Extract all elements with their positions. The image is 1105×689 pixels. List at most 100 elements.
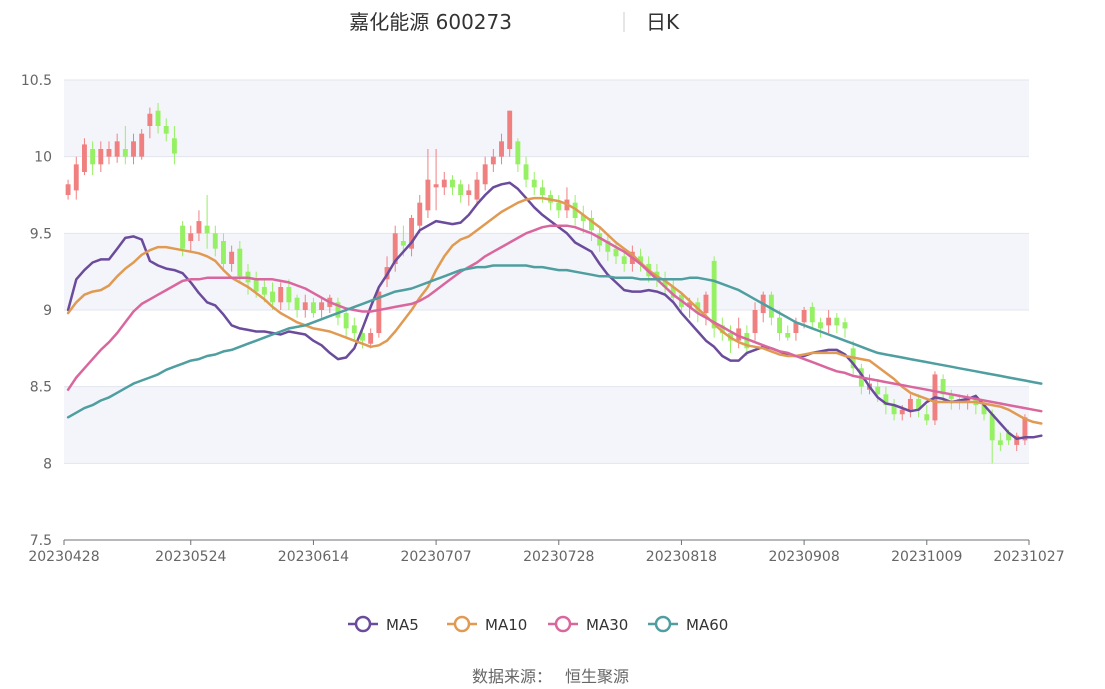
legend: MA5 MA10 MA30 MA60 xyxy=(348,615,728,634)
source-label: 数据来源： xyxy=(472,667,552,686)
candle-body xyxy=(188,233,194,241)
candle-body xyxy=(286,287,292,303)
candle-body xyxy=(801,310,807,323)
x-tick-label: 20230614 xyxy=(278,549,349,565)
legend-label: MA10 xyxy=(485,616,527,634)
candle-body xyxy=(907,398,913,410)
y-axis: 7.5 8 8.5 9 9.5 10 10.5 xyxy=(21,73,52,549)
candle-body xyxy=(809,306,815,323)
legend-item-ma30[interactable]: MA30 xyxy=(548,615,628,634)
candle-body xyxy=(106,149,112,157)
x-tick-label: 20230428 xyxy=(28,549,99,565)
candle-body xyxy=(368,333,374,344)
candle-body xyxy=(229,251,235,264)
data-source: 数据来源： 恒生聚源 xyxy=(472,667,629,686)
candle-body xyxy=(482,164,488,185)
y-tick-label: 8 xyxy=(43,456,52,472)
candle-body xyxy=(834,317,840,326)
legend-marker xyxy=(453,615,471,633)
stock-chart: 嘉化能源 600273 日K 7.5 8 8.5 9 9.5 10 10.5 2023042… xyxy=(21,10,1065,686)
y-tick-label: 10.5 xyxy=(21,73,52,89)
candle-body xyxy=(302,302,308,310)
candle-body xyxy=(139,133,145,157)
candle-body xyxy=(711,260,717,329)
legend-marker xyxy=(554,615,572,633)
candle-body xyxy=(261,287,267,295)
chart-title-text: 嘉化能源 600273 xyxy=(349,10,512,34)
candle-body xyxy=(270,291,275,303)
candle-body xyxy=(253,279,259,292)
candle-body xyxy=(466,190,472,195)
candle-body xyxy=(433,184,439,188)
candle-body xyxy=(515,141,521,165)
candle-body xyxy=(343,313,349,329)
candle-body xyxy=(237,248,243,277)
y-tick-label: 9 xyxy=(43,303,52,319)
legend-marker xyxy=(654,615,672,633)
legend-label: MA30 xyxy=(586,616,628,634)
y-tick-label: 8.5 xyxy=(30,380,52,396)
candle-body xyxy=(73,164,79,191)
candle-body xyxy=(196,221,202,234)
candle-body xyxy=(171,138,177,154)
x-tick-label: 20231009 xyxy=(891,549,962,565)
candle-body xyxy=(425,179,431,211)
candle-body xyxy=(98,149,104,165)
candle-body xyxy=(180,225,186,249)
x-tick-label: 20230818 xyxy=(646,549,717,565)
candle-body xyxy=(785,333,791,338)
candle-body xyxy=(441,179,447,188)
x-tick-label: 20230728 xyxy=(523,549,594,565)
plot-band xyxy=(64,156,1029,234)
candle-body xyxy=(507,110,513,149)
legend-item-ma5[interactable]: MA5 xyxy=(348,615,419,634)
candle-body xyxy=(924,414,930,421)
candle-body xyxy=(163,126,169,134)
candle-body xyxy=(899,409,905,415)
candle-body xyxy=(818,322,823,329)
candle-body xyxy=(294,297,300,310)
plot-band xyxy=(64,310,1029,387)
candle xyxy=(376,287,382,338)
candle-body xyxy=(90,149,96,165)
plot-band xyxy=(64,80,1029,157)
candle-body xyxy=(613,248,619,257)
candle-body xyxy=(826,317,832,326)
legend-marker xyxy=(354,615,372,633)
candle-body xyxy=(842,322,848,329)
chart-title: 嘉化能源 600273 日K xyxy=(349,10,680,34)
legend-label: MA60 xyxy=(686,616,728,634)
candle-body xyxy=(114,141,120,157)
candle-body xyxy=(81,144,87,172)
plot-band xyxy=(64,463,1029,540)
source-name: 恒生聚源 xyxy=(565,667,629,686)
x-tick-label: 20231027 xyxy=(993,549,1064,565)
legend-item-ma60[interactable]: MA60 xyxy=(648,615,728,634)
candle xyxy=(139,129,145,160)
x-tick-label: 20230908 xyxy=(768,549,839,565)
candle-body xyxy=(351,325,357,333)
candle-body xyxy=(752,310,758,333)
candle-body xyxy=(490,156,496,165)
y-tick-label: 7.5 xyxy=(30,533,52,549)
candle-body xyxy=(539,187,545,195)
x-axis: 20230428 20230524 20230614 20230707 20230728… xyxy=(28,539,1065,565)
candle-body xyxy=(703,294,709,314)
chart-subtitle-text: 日K xyxy=(646,10,680,34)
candle-body xyxy=(450,179,455,188)
candle-body xyxy=(531,179,537,188)
plot-band xyxy=(64,233,1029,310)
candle-body xyxy=(147,113,153,126)
candle-body xyxy=(319,302,325,310)
candle-body xyxy=(523,164,529,180)
y-tick-label: 10 xyxy=(34,150,52,166)
candle-body xyxy=(997,440,1003,445)
candle-body xyxy=(65,184,71,195)
candle-body xyxy=(777,317,783,333)
candle-body xyxy=(989,414,995,441)
legend-item-ma10[interactable]: MA10 xyxy=(447,615,527,634)
candle-body xyxy=(122,149,128,157)
candle-body xyxy=(278,287,284,303)
candle-body xyxy=(131,141,136,157)
candle-body xyxy=(310,302,316,314)
